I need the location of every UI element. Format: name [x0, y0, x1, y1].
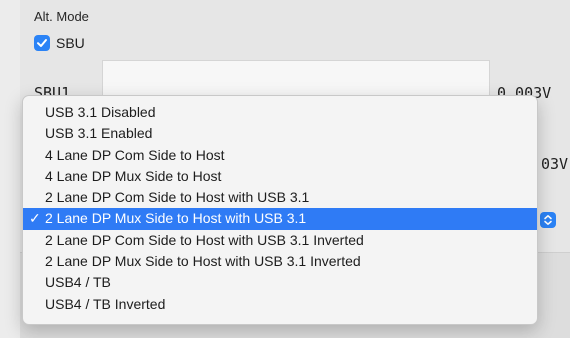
menu-item[interactable]: 4 Lane DP Com Side to Host — [23, 145, 537, 166]
menu-item-label: 2 Lane DP Mux Side to Host with USB 3.1 … — [45, 253, 361, 270]
menu-item-label: USB4 / TB Inverted — [45, 295, 166, 312]
menu-item-label: 2 Lane DP Com Side to Host with USB 3.1 — [45, 189, 310, 206]
menu-item[interactable]: USB 3.1 Enabled — [23, 123, 537, 144]
mode-select-stepper[interactable] — [540, 212, 556, 228]
menu-item-label: USB4 / TB — [45, 274, 111, 291]
mode-dropdown-menu: USB 3.1 Disabled USB 3.1 Enabled 4 Lane DP… — [22, 95, 538, 325]
menu-item[interactable]: USB4 / TB — [23, 272, 537, 293]
menu-item-label: 2 Lane DP Mux Side to Host with USB 3.1 — [45, 210, 307, 227]
menu-item-label: USB 3.1 Disabled — [45, 104, 156, 120]
sbu2-value: 03V — [541, 155, 569, 173]
menu-item-label: 2 Lane DP Com Side to Host with USB 3.1 … — [45, 231, 364, 248]
menu-item[interactable]: ✓ 2 Lane DP Mux Side to Host with USB 3.1 — [23, 208, 537, 230]
section-title: Alt. Mode — [34, 9, 89, 24]
menu-item-label: 4 Lane DP Com Side to Host — [45, 146, 225, 163]
menu-item-label: USB 3.1 Enabled — [45, 125, 153, 142]
sbu-checkbox-row[interactable]: SBU — [34, 34, 85, 52]
menu-item[interactable]: 2 Lane DP Com Side to Host with USB 3.1 — [23, 187, 537, 208]
sbu-checkbox-label: SBU — [56, 35, 85, 51]
menu-item[interactable]: 4 Lane DP Mux Side to Host — [23, 166, 537, 187]
checkmark-icon — [37, 39, 47, 47]
menu-item[interactable]: USB4 / TB Inverted — [23, 294, 537, 315]
menu-item[interactable]: USB 3.1 Disabled — [23, 102, 537, 123]
menu-item-label: 4 Lane DP Mux Side to Host — [45, 167, 222, 184]
sbu-checkbox[interactable] — [34, 35, 50, 51]
chevron-up-down-icon — [544, 215, 552, 225]
menu-item[interactable]: 2 Lane DP Mux Side to Host with USB 3.1 … — [23, 251, 537, 272]
menu-item[interactable]: 2 Lane DP Com Side to Host with USB 3.1 … — [23, 230, 537, 251]
checkmark-icon: ✓ — [29, 210, 41, 227]
